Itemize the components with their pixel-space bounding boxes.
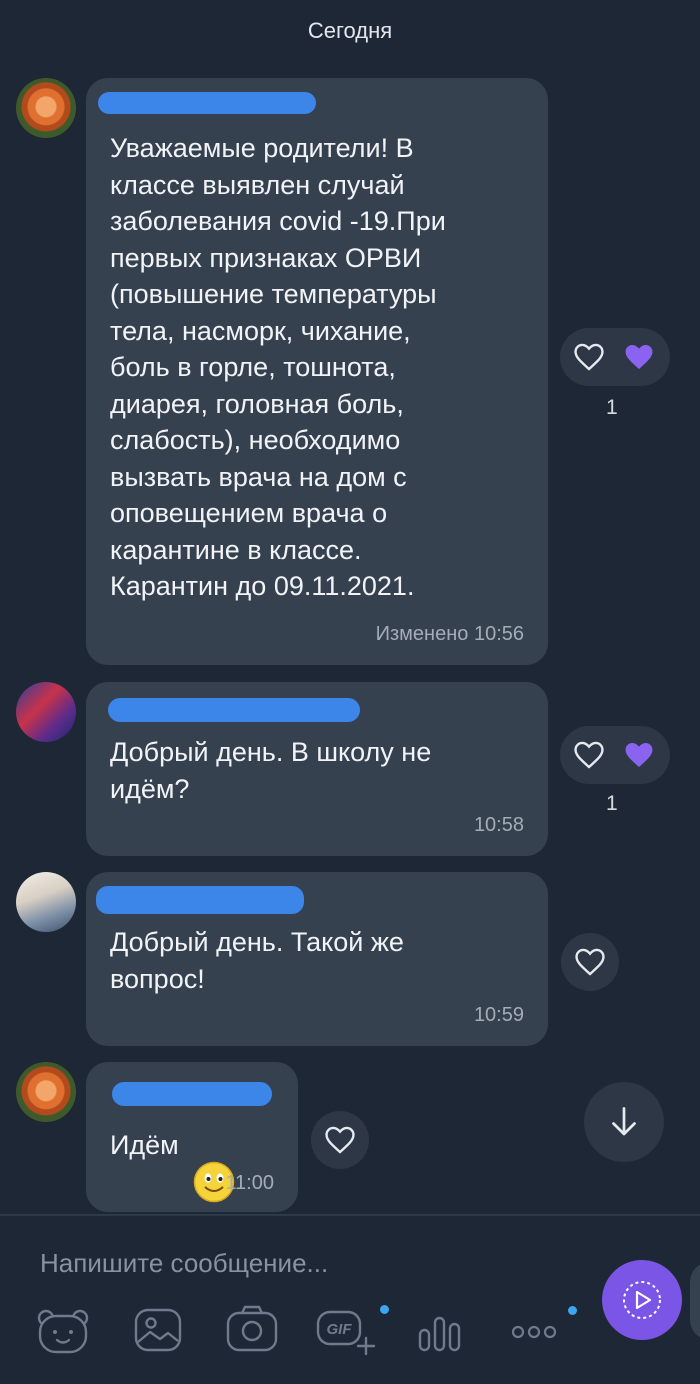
avatar[interactable]	[16, 1062, 76, 1122]
camera-button[interactable]	[226, 1304, 278, 1357]
message-time: Изменено 10:56	[375, 623, 524, 645]
composer-divider	[0, 1214, 700, 1216]
heart-outline-icon	[575, 948, 605, 976]
heart-filled-icon	[625, 742, 653, 768]
message-text: Добрый день. В школу не идём?	[110, 737, 432, 804]
poll-icon	[418, 1316, 461, 1352]
message-text: Идём	[110, 1124, 235, 1202]
smile-emoji	[193, 1124, 235, 1202]
sticker-button[interactable]	[36, 1308, 90, 1361]
play-circle-icon	[623, 1281, 661, 1319]
date-separator: Сегодня	[307, 18, 393, 43]
sticker-icon	[37, 1309, 89, 1354]
gif-icon: GIF	[316, 1310, 376, 1356]
scroll-to-bottom-button[interactable]	[584, 1082, 664, 1162]
gif-notification-dot	[380, 1305, 389, 1314]
message-time: 11:00	[225, 1172, 274, 1194]
arrow-down-icon	[612, 1107, 636, 1136]
message-text: Добрый день. Такой же вопрос!	[110, 927, 404, 994]
like-button[interactable]	[561, 933, 619, 991]
gallery-button[interactable]	[134, 1308, 182, 1357]
side-action-button[interactable]	[690, 1262, 700, 1340]
message-time: 10:58	[473, 814, 524, 836]
send-button[interactable]	[602, 1260, 682, 1340]
redacted-sender-name	[112, 1082, 272, 1106]
message-input[interactable]	[38, 1240, 582, 1286]
message-time: 10:59	[473, 1004, 524, 1026]
poll-button[interactable]	[418, 1314, 462, 1357]
redacted-sender-name	[96, 886, 304, 914]
avatar[interactable]	[16, 872, 76, 932]
heart-outline-icon	[574, 343, 604, 371]
message-bubble[interactable]: Добрый день. Такой же вопрос! 10:59	[86, 872, 548, 1046]
svg-text:GIF: GIF	[327, 1321, 353, 1338]
heart-outline-icon	[325, 1126, 355, 1154]
message-text-content: Идём	[110, 1129, 179, 1160]
gif-button[interactable]: GIF	[316, 1308, 376, 1361]
like-reaction[interactable]	[560, 328, 670, 386]
avatar[interactable]	[16, 682, 76, 742]
gallery-icon	[134, 1308, 182, 1352]
more-notification-dot	[568, 1306, 577, 1315]
message-bubble[interactable]: Уважаемые родители! В классе выявлен слу…	[86, 78, 548, 665]
camera-icon	[226, 1305, 278, 1352]
redacted-sender-name	[98, 92, 316, 114]
message-text: Уважаемые родители! В классе выявлен слу…	[110, 133, 446, 601]
message-bubble[interactable]: Идём 11:00	[86, 1062, 298, 1212]
redacted-sender-name	[108, 698, 360, 722]
like-button[interactable]	[311, 1111, 369, 1169]
like-reaction[interactable]	[560, 726, 670, 784]
like-count: 1	[606, 792, 618, 815]
message-bubble[interactable]: Добрый день. В школу не идём? 10:58	[86, 682, 548, 856]
heart-outline-icon	[574, 741, 604, 769]
like-count: 1	[606, 396, 618, 419]
avatar[interactable]	[16, 78, 76, 138]
more-button[interactable]	[510, 1322, 558, 1347]
heart-filled-icon	[625, 344, 653, 370]
more-icon	[511, 1325, 557, 1339]
